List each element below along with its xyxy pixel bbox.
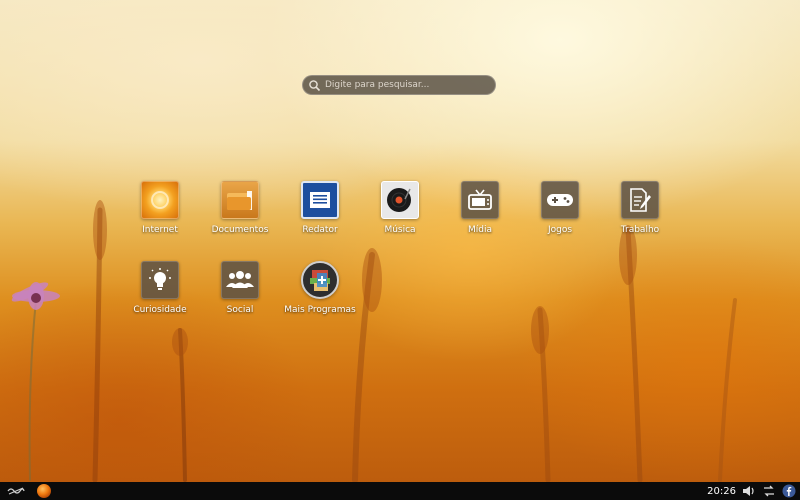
- app-documentos[interactable]: Documentos: [200, 181, 280, 235]
- app-label: Internet: [142, 225, 178, 235]
- link-icon[interactable]: [6, 486, 26, 496]
- writer-icon: [301, 181, 339, 219]
- app-curiosidade[interactable]: Curiosidade: [120, 261, 200, 315]
- launcher-orb-icon[interactable]: [36, 483, 52, 499]
- app-label: Mídia: [468, 225, 492, 235]
- gamepad-icon: [541, 181, 579, 219]
- app-internet[interactable]: Internet: [120, 181, 200, 235]
- app-label: Trabalho: [620, 225, 660, 235]
- app-label: Jogos: [547, 225, 573, 235]
- document-edit-icon: [621, 181, 659, 219]
- app-midia[interactable]: Mídia: [440, 181, 520, 235]
- app-label: Redator: [302, 225, 338, 235]
- app-musica[interactable]: Música: [360, 181, 440, 235]
- search-icon: [308, 79, 321, 92]
- music-icon: [381, 181, 419, 219]
- search-input[interactable]: [325, 80, 485, 90]
- app-label: Música: [384, 225, 416, 235]
- software-center-icon: [301, 261, 339, 299]
- volume-icon[interactable]: [742, 485, 756, 497]
- app-mais-programas[interactable]: Mais Programas: [280, 261, 360, 315]
- people-icon: [221, 261, 259, 299]
- app-label: Mais Programas: [284, 305, 356, 315]
- app-label: Curiosidade: [133, 305, 187, 315]
- taskbar: 20:26: [0, 482, 800, 500]
- wallpaper-wheat: [11, 200, 737, 482]
- folder-icon: [221, 181, 259, 219]
- app-redator[interactable]: Redator: [280, 181, 360, 235]
- search-bar[interactable]: [302, 75, 496, 95]
- tv-icon: [461, 181, 499, 219]
- facebook-icon[interactable]: [782, 484, 796, 498]
- lightbulb-icon: [141, 261, 179, 299]
- app-label: Documentos: [211, 225, 269, 235]
- app-label: Social: [226, 305, 254, 315]
- network-icon[interactable]: [762, 485, 776, 497]
- app-jogos[interactable]: Jogos: [520, 181, 600, 235]
- internet-icon: [141, 181, 179, 219]
- app-trabalho[interactable]: Trabalho: [600, 181, 680, 235]
- app-social[interactable]: Social: [200, 261, 280, 315]
- clock[interactable]: 20:26: [707, 486, 736, 497]
